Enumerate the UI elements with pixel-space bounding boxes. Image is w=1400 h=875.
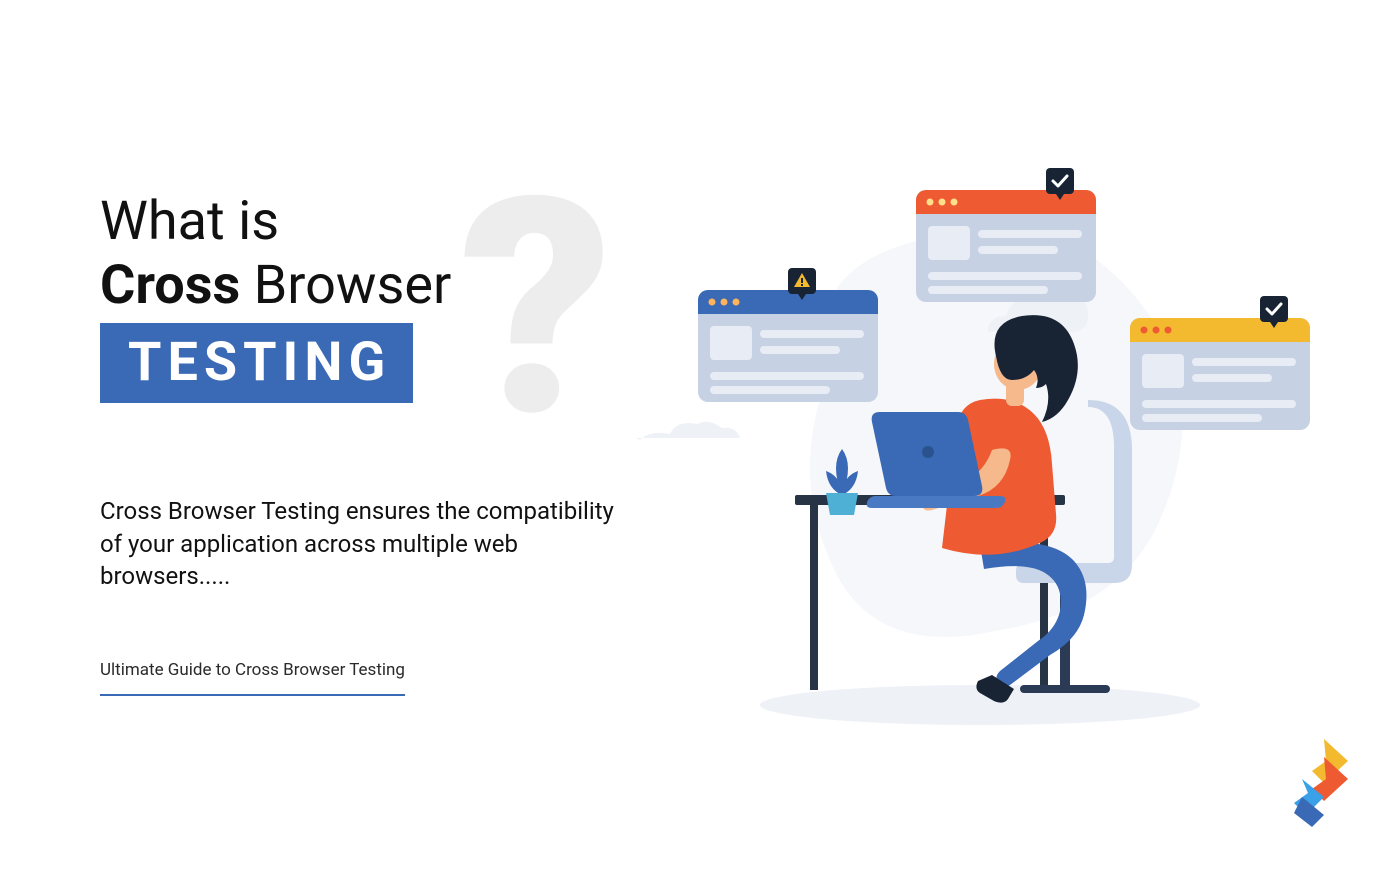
title-boxed: TESTING — [100, 323, 413, 403]
title-bold: Cross — [100, 254, 240, 317]
main-title: What is Cross Browser TESTING — [100, 190, 620, 403]
browser-window-yellow — [1130, 296, 1310, 430]
hero-illustration — [620, 150, 1340, 750]
title-line1: What is — [100, 190, 279, 253]
title-line2-rest: Browser — [240, 254, 451, 317]
browser-window-orange — [916, 168, 1096, 302]
brand-logo — [1294, 739, 1354, 829]
cloud-icon — [636, 422, 740, 440]
description: Cross Browser Testing ensures the compat… — [100, 495, 620, 592]
desk-leg — [810, 505, 818, 690]
subtitle-link[interactable]: Ultimate Guide to Cross Browser Testing — [100, 660, 405, 696]
left-column: ? What is Cross Browser TESTING Cross Br… — [100, 190, 620, 696]
